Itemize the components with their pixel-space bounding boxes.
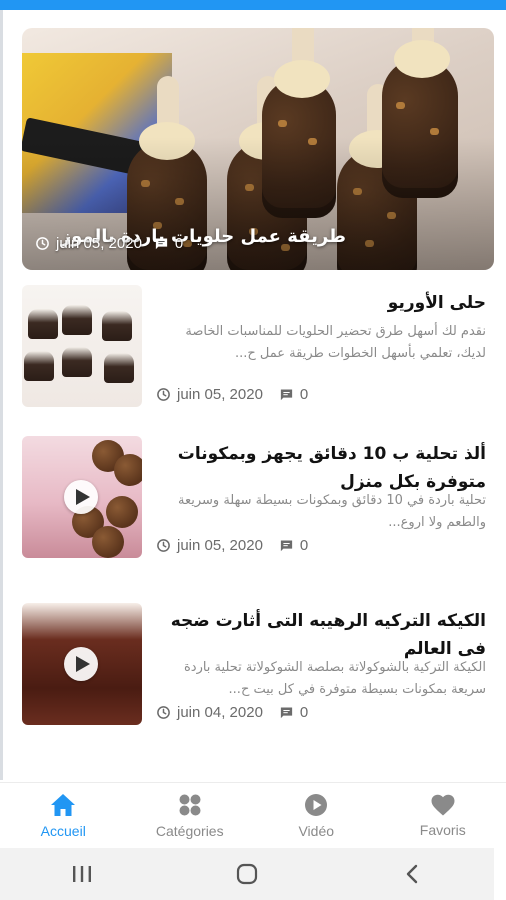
play-circle-icon <box>305 794 328 816</box>
post-comment-count: 0 <box>299 704 309 721</box>
nav-item-favoris[interactable]: Favoris <box>380 783 506 849</box>
nav-label: Accueil <box>40 823 86 839</box>
top-accent-bar <box>0 0 506 10</box>
post-comment-count: 0 <box>299 386 309 403</box>
featured-post-meta: juin 05, 2020 0 <box>35 235 183 252</box>
nav-label: Vidéo <box>298 823 335 839</box>
post-list-item[interactable]: الكيكه التركيه الرهيبه التى أثارت ضجه فى… <box>22 603 494 725</box>
screen-edge <box>494 848 506 900</box>
post-title[interactable]: حلى الأوريو <box>156 289 486 317</box>
play-icon <box>75 656 90 672</box>
post-excerpt: نقدم لك أسهل طرق تحضير الحلويات للمناسبا… <box>185 324 486 361</box>
featured-post-date: juin 05, 2020 <box>56 235 142 252</box>
back-chevron-icon <box>406 864 417 884</box>
play-video-button[interactable] <box>64 647 98 681</box>
post-thumbnail[interactable] <box>22 603 142 725</box>
post-comment-count: 0 <box>299 537 309 554</box>
play-icon <box>75 489 90 505</box>
post-excerpt: تحلية باردة في 10 دقائق وبمكونات بسيطة س… <box>177 493 486 530</box>
comment-icon <box>280 707 293 719</box>
post-meta: juin 04, 2020 0 <box>156 704 308 721</box>
home-button[interactable] <box>217 854 277 894</box>
post-list-item[interactable]: حلى الأوريو نقدم لك أسهل طرق تحضير الحلو… <box>22 285 494 407</box>
recent-apps-button[interactable] <box>52 854 112 894</box>
comment-icon <box>280 389 293 401</box>
clock-icon <box>36 237 49 250</box>
post-meta: juin 05, 2020 0 <box>156 537 308 554</box>
post-thumbnail[interactable] <box>22 436 142 558</box>
nav-item-categories[interactable]: Catégories <box>127 783 254 849</box>
post-title[interactable]: ألذ تحلية ب 10 دقائق يجهز وبمكونات متوفر… <box>156 440 486 496</box>
featured-post-comment-count: 0 <box>174 235 184 252</box>
post-thumbnail[interactable] <box>22 285 142 407</box>
comment-icon <box>155 238 168 250</box>
post-date: juin 04, 2020 <box>177 704 263 721</box>
clock-icon <box>157 539 170 552</box>
nav-label: Favoris <box>419 822 466 838</box>
featured-post-card[interactable]: طريقة عمل حلويات باردة بالموز juin 05, 2… <box>22 28 494 270</box>
clock-icon <box>157 388 170 401</box>
clock-icon <box>157 706 170 719</box>
system-navigation-bar <box>0 848 494 900</box>
nav-item-video[interactable]: Vidéo <box>253 783 380 849</box>
post-excerpt: الكيكة التركية بالشوكولاتة بصلصة الشوكول… <box>183 660 486 697</box>
bottom-navigation: Accueil Catégories Vidéo Favoris <box>0 782 506 849</box>
post-date: juin 05, 2020 <box>177 386 263 403</box>
home-icon <box>51 794 76 816</box>
play-video-button[interactable] <box>64 480 98 514</box>
recent-apps-icon <box>73 866 92 882</box>
comment-icon <box>280 540 293 552</box>
heart-icon <box>431 794 455 816</box>
nav-item-accueil[interactable]: Accueil <box>0 783 127 849</box>
back-button[interactable] <box>382 854 442 894</box>
post-title[interactable]: الكيكه التركيه الرهيبه التى أثارت ضجه فى… <box>156 607 486 663</box>
grid-icon <box>179 794 201 816</box>
nav-label: Catégories <box>155 823 224 839</box>
post-meta: juin 05, 2020 0 <box>156 386 308 403</box>
home-circle-icon <box>236 863 258 885</box>
post-list-item[interactable]: ألذ تحلية ب 10 دقائق يجهز وبمكونات متوفر… <box>22 436 494 558</box>
left-edge-divider <box>0 10 3 780</box>
post-date: juin 05, 2020 <box>177 537 263 554</box>
